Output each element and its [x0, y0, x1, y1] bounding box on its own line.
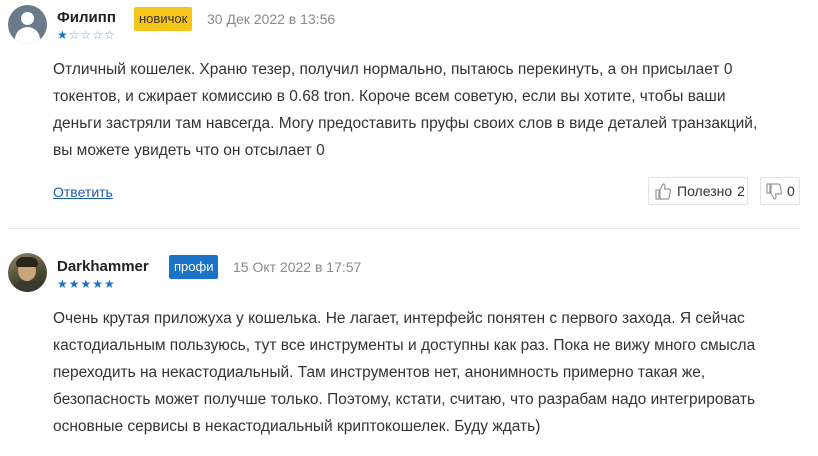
rating-stars: ★★★★★ — [57, 277, 116, 291]
review-text-line: основные сервисы в некастодиальный крипт… — [53, 418, 541, 435]
star-empty-icon: ☆☆☆☆ — [68, 28, 116, 42]
author-name[interactable]: Darkhammer — [57, 258, 149, 275]
helpful-button[interactable]: Полезно 2 — [648, 177, 748, 205]
unhelpful-button[interactable]: 0 — [760, 177, 800, 205]
author-name[interactable]: Филипп — [57, 9, 116, 26]
review-text: Отличный кошелек. Храню тезер, получил н… — [53, 56, 803, 164]
review-text-line: токентов, и сжирает комиссию в 0.68 tron… — [53, 88, 726, 105]
star-filled-icon: ★ — [57, 28, 69, 42]
user-level-badge: новичок — [134, 7, 193, 31]
helpful-count: 2 — [737, 183, 745, 199]
review-text-line: безопасность может получше только. Поэто… — [53, 391, 756, 408]
review-text-line: переходить на некастодиальный. Там инстр… — [53, 364, 706, 381]
review-date: 30 Дек 2022 в 13:56 — [207, 11, 336, 27]
user-silhouette-icon — [21, 12, 34, 25]
review-text-line: вы можете увидеть что он отсылает 0 — [53, 142, 325, 159]
helpful-label: Полезно — [677, 183, 733, 199]
reply-link[interactable]: Ответить — [53, 184, 113, 200]
review-divider — [8, 228, 800, 229]
review-text: Очень крутая приложуха у кошелька. Не ла… — [53, 305, 803, 440]
review-text-line: деньги застряли там навсегда. Могу предо… — [53, 115, 758, 132]
review-text-line: Отличный кошелек. Храню тезер, получил н… — [53, 61, 733, 78]
thumbs-up-icon — [655, 182, 671, 200]
avatar[interactable] — [8, 5, 47, 44]
review-text-line: Очень крутая приложуха у кошелька. Не ла… — [53, 310, 745, 327]
star-filled-icon: ★★★★★ — [57, 277, 116, 291]
review-date: 15 Окт 2022 в 17:57 — [233, 259, 362, 275]
user-level-badge: профи — [169, 255, 219, 279]
review-text-line: кастодиальным пользуюсь, тут все инструм… — [53, 337, 756, 354]
thumbs-down-icon — [766, 182, 782, 200]
unhelpful-count: 0 — [787, 183, 795, 199]
avatar[interactable] — [8, 253, 47, 292]
rating-stars: ★☆☆☆☆ — [57, 28, 116, 42]
